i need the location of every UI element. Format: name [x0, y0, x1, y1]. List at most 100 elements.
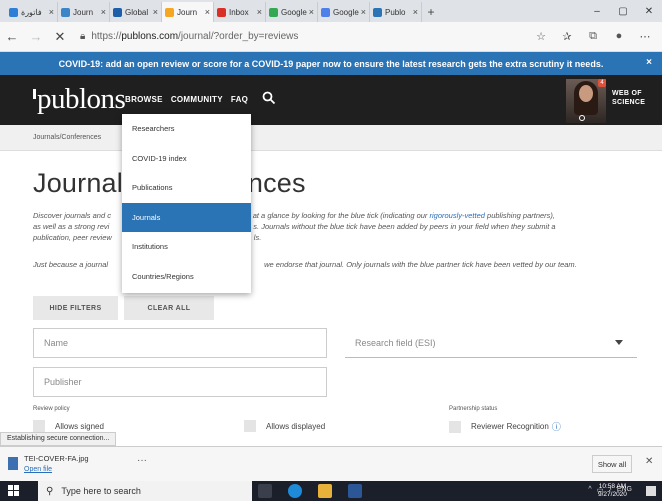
windows-taskbar: ⚲ Type here to search ^ ▭ ♪ ENG 10:58 AM… — [0, 481, 662, 501]
minimize-button[interactable]: – — [584, 0, 610, 22]
menu-item-covid-index[interactable]: COVID-19 index — [122, 144, 251, 174]
tab-title: Google — [333, 7, 359, 17]
tab-title: فاتورة — [21, 7, 42, 17]
review-policy-label: Review policy — [33, 406, 70, 412]
browser-tab[interactable]: Global × — [110, 2, 162, 22]
open-file-link[interactable]: Open file — [24, 466, 52, 473]
new-tab-button[interactable]: + — [422, 2, 440, 22]
hide-filters-button[interactable]: HIDE FILTERS — [33, 296, 118, 320]
publisher-input[interactable]: Publisher — [33, 367, 327, 397]
search-icon: ⚲ — [46, 485, 54, 497]
browser-tab[interactable]: Google × — [318, 2, 370, 22]
nav-faq[interactable]: FAQ — [231, 95, 248, 104]
covid-banner-text: COVID-19: add an open review or score fo… — [58, 58, 604, 69]
system-clock[interactable]: 10:58 AM 9/27/2020 — [598, 483, 627, 499]
close-tab-icon[interactable]: × — [361, 7, 366, 17]
maximize-button[interactable]: ▢ — [610, 0, 636, 22]
nav-community[interactable]: COMMUNITY — [171, 95, 223, 104]
profile-icon[interactable]: ● — [608, 30, 630, 43]
browser-status-bar: Establishing secure connection... — [0, 432, 117, 446]
favorite-star-icon[interactable]: ☆ — [530, 30, 552, 43]
covid-banner[interactable]: COVID-19: add an open review or score fo… — [0, 52, 662, 75]
back-arrow-icon[interactable]: ← — [0, 29, 24, 44]
lock-icon: 🔒︎ — [80, 31, 86, 42]
address-bar[interactable]: 🔒︎ https://publons.com/journal/?order_by=… — [80, 31, 530, 42]
favorites-list-icon[interactable]: ✰ — [556, 30, 578, 43]
menu-item-countries-regions[interactable]: Countries/Regions — [122, 262, 251, 292]
forward-arrow-icon[interactable]: → — [24, 29, 48, 44]
file-explorer-icon[interactable] — [318, 484, 332, 498]
edge-browser-icon[interactable] — [288, 484, 302, 498]
stop-icon[interactable]: ✕ — [48, 29, 72, 45]
menu-item-publications[interactable]: Publications — [122, 173, 251, 203]
url-host: publons.com — [121, 31, 179, 42]
tab-title: Publo — [385, 7, 406, 17]
windows-start-icon[interactable] — [8, 485, 20, 497]
close-tab-icon[interactable]: × — [205, 7, 210, 17]
name-input[interactable]: Name — [33, 328, 327, 358]
task-view-icon[interactable] — [258, 484, 272, 498]
download-more-button[interactable]: ··· — [137, 455, 147, 466]
image-file-icon — [8, 457, 18, 470]
url-path: /journal/?order_by=reviews — [178, 31, 299, 42]
tab-title: Inbox — [229, 7, 249, 17]
browser-tab[interactable]: Journ × — [58, 2, 110, 22]
browser-toolbar: ← → ✕ 🔒︎ https://publons.com/journal/?ord… — [0, 22, 662, 52]
browser-tab[interactable]: Google × — [266, 2, 318, 22]
notification-center-icon[interactable] — [646, 486, 656, 496]
publons-logo[interactable]: publons — [33, 83, 126, 116]
menu-item-institutions[interactable]: Institutions — [122, 232, 251, 262]
allows-signed-checkbox[interactable]: Allows signed — [33, 420, 104, 432]
chevron-up-icon[interactable]: ^ — [588, 486, 591, 494]
download-bar: TEI-COVER-FA.jpg Open file ··· Show all … — [0, 446, 662, 481]
more-options-icon[interactable]: ⋯ — [634, 30, 656, 43]
tab-favicon-icon — [373, 7, 382, 17]
close-tab-icon[interactable]: × — [309, 7, 314, 17]
browser-tab-strip: فاتورة × Journ × Global × Journ × Inbox × Google × G… — [0, 0, 662, 22]
search-icon[interactable] — [262, 91, 276, 108]
collections-icon[interactable]: ⧉ — [582, 30, 604, 43]
notification-badge: 4 — [598, 79, 606, 87]
tab-favicon-icon — [61, 7, 70, 17]
tab-favicon-icon — [113, 7, 122, 17]
close-window-button[interactable]: ✕ — [636, 0, 662, 22]
allows-displayed-checkbox[interactable]: Allows displayed — [244, 420, 325, 432]
reviewer-recognition-checkbox[interactable]: Reviewer Recognition ⓘ — [449, 420, 561, 433]
browser-tab[interactable]: Publo × — [370, 2, 422, 22]
banner-close-icon[interactable]: × — [646, 57, 652, 68]
tab-favicon-icon — [321, 7, 330, 17]
close-tab-icon[interactable]: × — [101, 7, 106, 17]
clear-all-button[interactable]: CLEAR ALL — [124, 296, 214, 320]
taskbar-search-box[interactable]: ⚲ Type here to search — [38, 481, 252, 501]
breadcrumb: Journals/Conferences — [0, 125, 662, 151]
window-controls: – ▢ ✕ — [584, 0, 662, 22]
close-tab-icon[interactable]: × — [257, 7, 262, 17]
menu-item-journals[interactable]: Journals — [122, 202, 251, 232]
close-download-bar-icon[interactable]: ✕ — [645, 456, 653, 467]
browser-tab[interactable]: Inbox × — [214, 2, 266, 22]
close-tab-icon[interactable]: × — [49, 7, 54, 17]
tab-title: Global — [125, 7, 149, 17]
user-avatar[interactable]: 4 — [566, 79, 606, 123]
research-field-select[interactable]: Research field (ESI) — [345, 328, 637, 358]
breadcrumb-journals[interactable]: Journals/Conferences — [33, 134, 101, 141]
browse-dropdown-menu: Researchers COVID-19 index Publications … — [122, 114, 251, 293]
info-icon[interactable]: ⓘ — [552, 420, 561, 433]
show-all-downloads-button[interactable]: Show all — [592, 455, 632, 473]
browser-tab[interactable]: فاتورة × — [6, 2, 58, 22]
word-app-icon[interactable] — [348, 484, 362, 498]
nav-browse[interactable]: BROWSE — [125, 95, 163, 104]
close-tab-icon[interactable]: × — [153, 7, 158, 17]
close-tab-icon[interactable]: × — [413, 7, 418, 17]
url-scheme: https:// — [91, 31, 122, 42]
tab-favicon-icon — [9, 7, 18, 17]
toolbar-icons: ☆ ✰ ⧉ ● ⋯ — [530, 30, 656, 43]
menu-item-researchers[interactable]: Researchers — [122, 114, 251, 144]
web-of-science-logo[interactable]: WEB OF SCIENCE — [612, 89, 645, 107]
chevron-down-icon — [615, 340, 623, 345]
site-header: publons BROWSE COMMUNITY FAQ 4 WEB OF SCI… — [0, 75, 662, 125]
tab-favicon-icon — [269, 7, 278, 17]
rigorously-vetted-link[interactable]: rigorously-vetted — [430, 211, 485, 220]
download-filename[interactable]: TEI-COVER-FA.jpg — [24, 454, 89, 463]
browser-tab[interactable]: Journ × — [162, 2, 214, 22]
